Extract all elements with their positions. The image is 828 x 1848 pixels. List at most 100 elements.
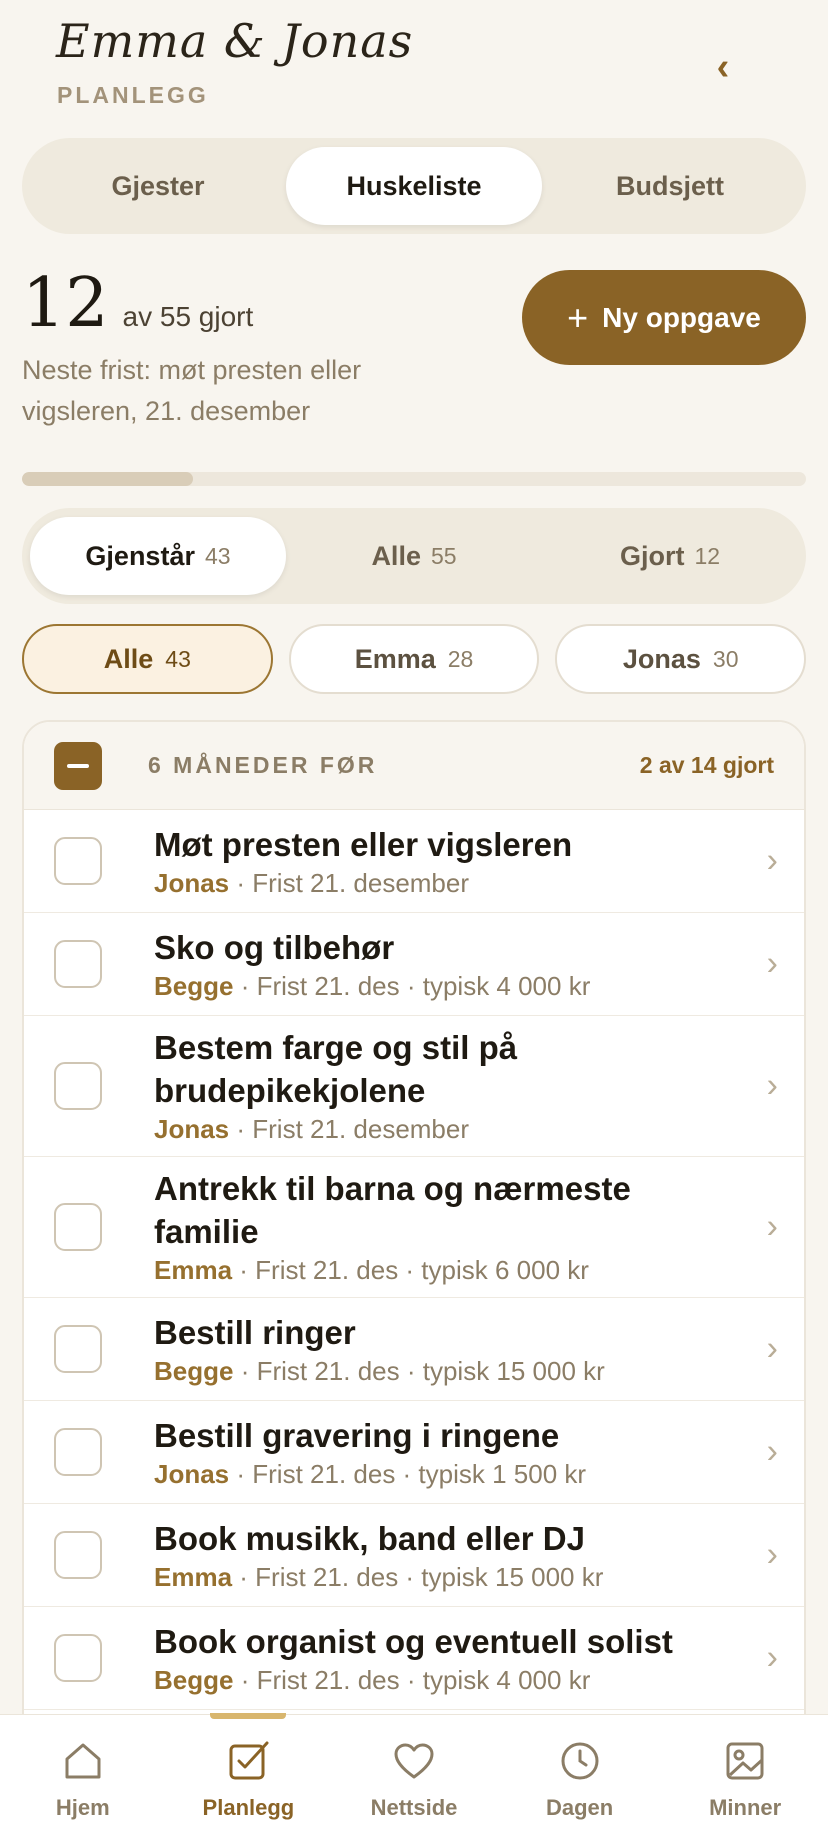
task-owner: Jonas (154, 1458, 230, 1489)
bottom-nav: Hjem Planlegg Nettside Dagen Minner (0, 1713, 828, 1848)
task-deadline: · Frist 21. des · typisk 4 000 kr (233, 1664, 591, 1695)
chevron-right-icon: › (766, 944, 778, 983)
done-count: 12 (22, 264, 109, 343)
task-title: Sko og tilbehør (154, 928, 395, 966)
tab-alle-count: 55 (430, 542, 457, 569)
filter-alle-count: 43 (165, 645, 191, 672)
task-owner: Jonas (154, 867, 230, 898)
task-meta: Jonas · Frist 21. desember (154, 866, 734, 900)
task-row[interactable]: Bestill gravering i ringene Jonas · Fris… (24, 1401, 804, 1504)
filter-emma-count: 28 (447, 645, 474, 672)
task-row[interactable]: Antrekk til barna og nærmeste familie Em… (24, 1157, 804, 1298)
nav-nettside-label: Nettside (370, 1795, 458, 1820)
task-checkbox[interactable] (54, 1203, 102, 1251)
task-deadline: · Frist 21. desember (229, 1114, 470, 1144)
couple-name: Emma & Jonas (56, 14, 414, 68)
tab-huskeliste[interactable]: Huskeliste (286, 147, 542, 225)
task-checkbox[interactable] (54, 1634, 102, 1682)
nav-hjem[interactable]: Hjem (0, 1715, 166, 1848)
tab-gjenstar[interactable]: Gjenstår 43 (30, 517, 286, 595)
chevron-right-icon: › (766, 1432, 778, 1471)
group-progress: 2 av 14 gjort (639, 752, 774, 778)
task-checkbox[interactable] (54, 1062, 102, 1110)
task-checkbox[interactable] (54, 837, 102, 885)
done-summary: 12 av 55 gjort (22, 270, 253, 338)
tab-alle-label: Alle (371, 540, 421, 571)
chevron-right-icon: › (766, 1207, 778, 1246)
home-icon (65, 1743, 101, 1779)
chevron-right-icon: › (766, 841, 778, 880)
tab-alle[interactable]: Alle 55 (286, 517, 542, 595)
task-meta: Jonas · Frist 21. des · typisk 1 500 kr (154, 1457, 734, 1491)
status-tabs: Gjenstår 43 Alle 55 Gjort 12 (22, 508, 806, 604)
new-task-button[interactable]: + Ny oppgave (522, 270, 806, 365)
checklist-icon (229, 1741, 269, 1780)
nav-minner-label: Minner (709, 1795, 782, 1820)
main-tabs: Gjester Huskeliste Budsjett (22, 138, 806, 234)
task-checkbox[interactable] (54, 1325, 102, 1373)
task-deadline: · Frist 21. desember (229, 867, 470, 898)
task-title: Bestem farge og stil på brudepikekjolene (154, 1029, 518, 1109)
section-label: PLANLEGG (57, 82, 209, 108)
done-of-total: av 55 gjort (122, 301, 254, 332)
filter-jonas-label: Jonas (622, 643, 701, 674)
task-deadline: · Frist 21. des · typisk 6 000 kr (232, 1255, 589, 1285)
task-deadline: · Frist 21. des · typisk 15 000 kr (232, 1561, 604, 1592)
tab-gjenstar-count: 43 (204, 542, 231, 569)
plus-icon: + (567, 296, 589, 338)
tab-gjenstar-label: Gjenstår (85, 540, 195, 571)
tab-gjort-label: Gjort (619, 540, 685, 571)
task-title: Møt presten eller vigsleren (154, 825, 573, 863)
chevron-right-icon: › (766, 1066, 778, 1105)
filter-alle[interactable]: Alle 43 (22, 624, 273, 694)
task-meta: Jonas · Frist 21. desember (154, 1112, 734, 1146)
tab-gjort[interactable]: Gjort 12 (542, 517, 798, 595)
filter-emma-label: Emma (354, 643, 436, 674)
task-title: Book organist og eventuell solist (154, 1622, 673, 1660)
task-meta: Emma · Frist 21. des · typisk 15 000 kr (154, 1560, 734, 1594)
image-icon (726, 1742, 764, 1780)
task-deadline: · Frist 21. des · typisk 4 000 kr (233, 970, 591, 1001)
task-meta: Begge · Frist 21. des · typisk 4 000 kr (154, 1663, 734, 1697)
task-checkbox[interactable] (54, 1428, 102, 1476)
heart-icon (394, 1743, 434, 1779)
task-row[interactable]: Bestem farge og stil på brudepikekjolene… (24, 1016, 804, 1157)
nav-dagen[interactable]: Dagen (497, 1715, 663, 1848)
task-meta: Begge · Frist 21. des · typisk 15 000 kr (154, 1354, 734, 1388)
task-title: Bestill gravering i ringene (154, 1416, 560, 1454)
nav-planlegg-label: Planlegg (202, 1795, 295, 1820)
task-row[interactable]: Book musikk, band eller DJ Emma · Frist … (24, 1504, 804, 1607)
task-group-header[interactable]: 6 MÅNEDER FØR 2 av 14 gjort (24, 722, 804, 810)
tab-budsjett[interactable]: Budsjett (542, 147, 798, 225)
task-row[interactable]: Møt presten eller vigsleren Jonas · Fris… (24, 810, 804, 913)
task-owner: Begge (154, 970, 234, 1001)
task-owner: Begge (154, 1664, 234, 1695)
chevron-right-icon: › (766, 1638, 778, 1677)
task-owner: Jonas (154, 1114, 230, 1144)
task-title: Antrekk til barna og nærmeste familie (154, 1170, 631, 1250)
minus-icon (67, 763, 89, 768)
nav-nettside[interactable]: Nettside (331, 1715, 497, 1848)
task-title: Book musikk, band eller DJ (154, 1519, 585, 1557)
nav-minner[interactable]: Minner (662, 1715, 828, 1848)
progress-fill (22, 472, 193, 486)
back-button[interactable]: ‹ (700, 44, 746, 90)
group-title: 6 MÅNEDER FØR (148, 752, 378, 778)
filter-jonas-count: 30 (712, 645, 739, 672)
task-row[interactable]: Book organist og eventuell solist Begge … (24, 1607, 804, 1710)
task-checkbox[interactable] (54, 940, 102, 988)
task-row[interactable]: Sko og tilbehør Begge · Frist 21. des · … (24, 913, 804, 1016)
task-row[interactable]: Bestill ringer Begge · Frist 21. des · t… (24, 1298, 804, 1401)
person-filters: Alle 43 Emma 28 Jonas 30 (22, 624, 807, 694)
task-owner: Emma (154, 1561, 233, 1592)
task-checkbox[interactable] (54, 1531, 102, 1579)
chevron-left-icon: ‹ (716, 45, 730, 88)
task-meta: Emma · Frist 21. des · typisk 6 000 kr (154, 1253, 734, 1287)
filter-jonas[interactable]: Jonas 30 (555, 624, 807, 694)
group-collapse-toggle[interactable] (54, 741, 102, 790)
filter-emma[interactable]: Emma 28 (288, 624, 540, 694)
nav-planlegg[interactable]: Planlegg (166, 1713, 332, 1848)
task-owner: Emma (154, 1255, 233, 1285)
clock-icon (561, 1742, 599, 1780)
tab-gjester[interactable]: Gjester (30, 147, 286, 225)
